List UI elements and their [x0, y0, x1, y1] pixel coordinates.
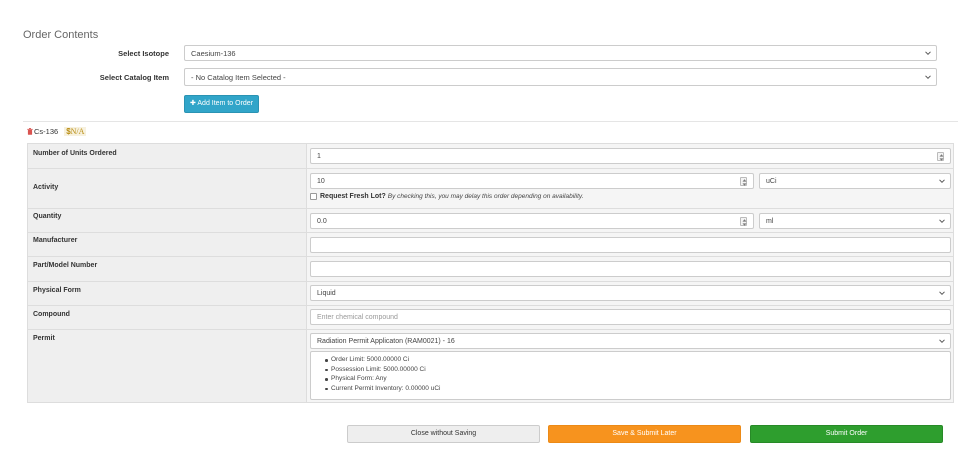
activity-row: Activity 10 uCi Request Fresh Lot? By ch…	[28, 168, 953, 208]
price-value: N/A	[70, 126, 85, 136]
list-item: Order Limit: 5000.00000 Ci	[324, 355, 440, 365]
permit-select[interactable]: Radiation Permit Applicaton (RAM0021) - …	[310, 333, 951, 349]
trash-icon[interactable]	[27, 127, 33, 135]
quantity-label: Quantity	[33, 213, 62, 220]
permit-row: Permit Radiation Permit Applicaton (RAM0…	[28, 329, 953, 402]
catalog-select-value: - No Catalog Item Selected -	[191, 73, 286, 82]
manufacturer-input[interactable]	[310, 237, 951, 253]
part-model-row: Part/Model Number	[28, 256, 953, 281]
compound-row: Compound Enter chemical compound	[28, 305, 953, 329]
spinner-icon[interactable]	[740, 217, 747, 226]
activity-unit-select[interactable]: uCi	[759, 173, 951, 189]
chevron-down-icon	[925, 50, 931, 56]
manufacturer-row: Manufacturer	[28, 232, 953, 256]
physical-form-row: Physical Form Liquid	[28, 281, 953, 305]
isotope-row: Select Isotope Caesium-136	[0, 45, 975, 63]
compound-input[interactable]: Enter chemical compound	[310, 309, 951, 325]
quantity-value: 0.0	[317, 218, 327, 225]
quantity-unit-value: ml	[766, 218, 774, 225]
part-model-label: Part/Model Number	[33, 262, 98, 269]
spinner-icon[interactable]	[740, 177, 747, 186]
fresh-lot-checkbox[interactable]	[310, 193, 317, 200]
save-submit-later-button[interactable]: Save & Submit Later	[548, 425, 741, 443]
price-badge: $N/A	[64, 126, 87, 136]
units-input[interactable]: 1	[310, 148, 951, 164]
physical-form-value: Liquid	[317, 290, 336, 297]
list-item: Physical Form: Any	[324, 374, 440, 384]
isotope-select[interactable]: Caesium-136	[184, 45, 937, 61]
fresh-lot-label: Request Fresh Lot?	[320, 193, 386, 200]
item-name: Cs-136	[34, 126, 59, 136]
chevron-down-icon	[939, 178, 945, 184]
chevron-down-icon	[939, 218, 945, 224]
catalog-row: Select Catalog Item - No Catalog Item Se…	[0, 68, 975, 86]
add-item-button[interactable]: ✚ Add Item to Order	[184, 95, 259, 113]
activity-input[interactable]: 10	[310, 173, 754, 189]
permit-label: Permit	[33, 335, 55, 342]
permit-select-value: Radiation Permit Applicaton (RAM0021) - …	[317, 338, 455, 345]
order-contents-title: Order Contents	[23, 29, 99, 41]
chevron-down-icon	[925, 74, 931, 80]
compound-label: Compound	[33, 311, 70, 318]
quantity-unit-select[interactable]: ml	[759, 213, 951, 229]
units-value: 1	[317, 153, 321, 160]
order-item-form: Number of Units Ordered 1 Activity 10 uC…	[27, 143, 954, 403]
physical-form-label: Physical Form	[33, 287, 81, 294]
chevron-down-icon	[939, 290, 945, 296]
quantity-input[interactable]: 0.0	[310, 213, 754, 229]
catalog-label: Select Catalog Item	[99, 73, 169, 82]
order-item-tag: Cs-136 $N/A	[27, 125, 87, 137]
spinner-icon[interactable]	[937, 152, 944, 161]
part-model-input[interactable]	[310, 261, 951, 277]
isotope-select-value: Caesium-136	[191, 49, 236, 58]
activity-value: 10	[317, 178, 325, 185]
activity-label: Activity	[33, 184, 59, 191]
units-label: Number of Units Ordered	[33, 150, 117, 157]
close-without-saving-button[interactable]: Close without Saving	[347, 425, 540, 443]
permit-details-list: Order Limit: 5000.00000 Ci Possession Li…	[324, 355, 441, 393]
compound-placeholder: Enter chemical compound	[317, 314, 398, 321]
fresh-lot-note: By checking this, you may delay this ord…	[387, 193, 584, 200]
catalog-select[interactable]: - No Catalog Item Selected -	[184, 68, 937, 86]
section-divider	[23, 121, 958, 122]
units-row: Number of Units Ordered 1	[28, 144, 953, 168]
quantity-row: Quantity 0.0 ml	[28, 208, 953, 232]
activity-unit-value: uCi	[766, 178, 777, 185]
manufacturer-label: Manufacturer	[33, 237, 78, 244]
chevron-down-icon	[939, 338, 945, 344]
fresh-lot-option: Request Fresh Lot? By checking this, you…	[310, 193, 583, 200]
physical-form-select[interactable]: Liquid	[310, 285, 951, 301]
submit-order-button[interactable]: Submit Order	[750, 425, 943, 443]
list-item: Possession Limit: 5000.00000 Ci	[324, 365, 440, 375]
permit-details: Order Limit: 5000.00000 Ci Possession Li…	[310, 351, 951, 400]
isotope-label: Select Isotope	[118, 49, 169, 58]
list-item: Current Permit Inventory: 0.00000 uCi	[324, 384, 441, 392]
